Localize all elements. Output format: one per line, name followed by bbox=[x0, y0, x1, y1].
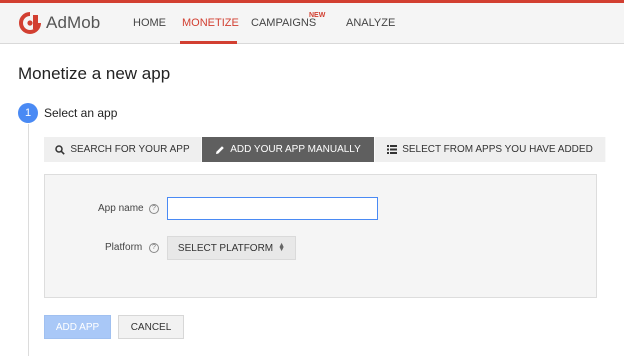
app-source-tabs: SEARCH FOR YOUR APP ADD YOUR APP MANUALL… bbox=[44, 137, 606, 162]
list-icon bbox=[387, 145, 398, 154]
platform-select-value: SELECT PLATFORM bbox=[177, 242, 274, 254]
add-app-form-panel bbox=[44, 174, 597, 298]
new-badge: NEW bbox=[309, 12, 326, 19]
nav-active-indicator bbox=[180, 41, 237, 44]
step-label: Select an app bbox=[44, 106, 118, 120]
help-icon[interactable]: ? bbox=[149, 243, 159, 253]
search-icon bbox=[55, 144, 66, 155]
tab-label: SELECT FROM APPS YOU HAVE ADDED bbox=[402, 144, 593, 155]
tab-label: ADD YOUR APP MANUALLY bbox=[230, 144, 361, 155]
nav-campaigns[interactable]: CAMPAIGNS bbox=[251, 3, 316, 44]
platform-select[interactable]: SELECT PLATFORM ▲ ▼ bbox=[167, 236, 296, 260]
tab-search-for-your-app[interactable]: SEARCH FOR YOUR APP bbox=[44, 137, 202, 162]
nav-home[interactable]: HOME bbox=[133, 3, 166, 44]
admob-logo-icon bbox=[19, 12, 41, 34]
platform-label: Platform bbox=[105, 242, 143, 253]
nav-monetize[interactable]: MONETIZE bbox=[182, 3, 239, 44]
admob-logo[interactable]: AdMob bbox=[19, 12, 100, 34]
pencil-icon bbox=[215, 145, 225, 155]
cancel-button[interactable]: CANCEL bbox=[118, 315, 184, 339]
add-app-button[interactable]: ADD APP bbox=[44, 315, 111, 339]
help-icon[interactable]: ? bbox=[149, 204, 159, 214]
nav-analyze[interactable]: ANALYZE bbox=[346, 3, 395, 44]
top-navigation-bar: AdMob HOME MONETIZE CAMPAIGNS NEW ANALYZ… bbox=[0, 3, 624, 44]
step-number-badge: 1 bbox=[18, 103, 38, 123]
tab-select-from-apps-you-have-added[interactable]: SELECT FROM APPS YOU HAVE ADDED bbox=[375, 137, 606, 162]
tab-label: SEARCH FOR YOUR APP bbox=[70, 144, 190, 155]
tab-add-your-app-manually[interactable]: ADD YOUR APP MANUALLY bbox=[202, 137, 375, 162]
app-name-label: App name bbox=[98, 203, 144, 214]
app-name: AdMob bbox=[46, 13, 101, 32]
step-connector-line bbox=[28, 124, 29, 356]
up-down-caret-icon: ▲ ▼ bbox=[278, 242, 286, 253]
app-name-input[interactable] bbox=[167, 197, 378, 220]
page-title: Monetize a new app bbox=[18, 64, 171, 83]
